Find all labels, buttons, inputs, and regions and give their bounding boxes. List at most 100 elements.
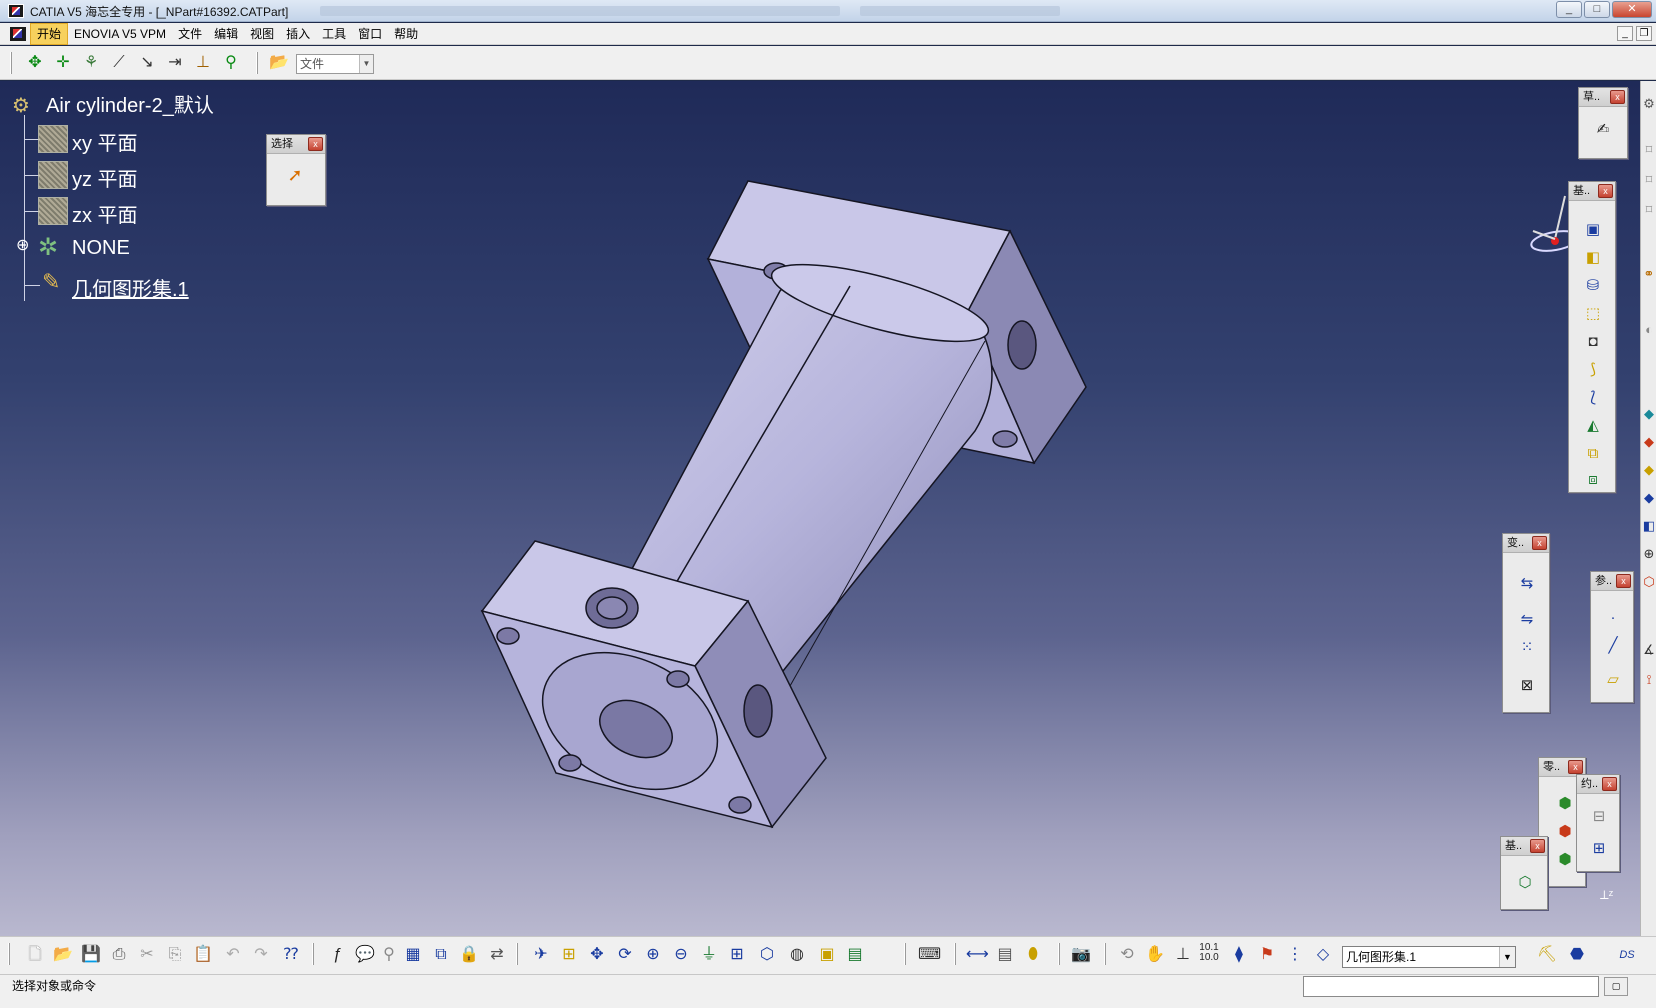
measure-inertia-icon[interactable]: ⬮: [1022, 944, 1044, 966]
constraint-icon[interactable]: ⊟: [1587, 805, 1611, 829]
edge-tool-icon[interactable]: ◧: [1642, 517, 1656, 535]
open-icon[interactable]: 📂: [52, 944, 74, 966]
shaft-icon[interactable]: ⛁: [1581, 274, 1605, 298]
close-icon[interactable]: x: [1602, 777, 1617, 791]
loft-icon[interactable]: ⧉: [1581, 442, 1605, 466]
workbench-icon[interactable]: ⛏: [1536, 944, 1558, 966]
fit-all-icon[interactable]: ⊞: [558, 944, 580, 966]
hide-show-icon[interactable]: ▣: [816, 944, 838, 966]
tree-item-label[interactable]: zx 平面: [72, 199, 138, 228]
menu-insert[interactable]: 插入: [280, 23, 316, 45]
measure-between-icon[interactable]: ⟷: [966, 944, 989, 966]
gear-icon[interactable]: ⚙: [1642, 95, 1656, 113]
stiffener-icon[interactable]: ◭: [1581, 414, 1605, 438]
iso-view-icon[interactable]: ⬡: [756, 944, 778, 966]
edge-tool-icon[interactable]: ◆: [1642, 489, 1656, 507]
whats-this-icon[interactable]: ⁇: [280, 944, 302, 966]
no-snap-icon[interactable]: ⚘: [80, 52, 102, 74]
assemble-icon[interactable]: ⬢: [1553, 792, 1577, 816]
axis-system-icon[interactable]: ⊥: [1172, 944, 1194, 966]
axis-icon[interactable]: ⟋: [108, 52, 130, 74]
line-icon[interactable]: ╱: [1601, 634, 1625, 658]
measure-icon[interactable]: ↘: [136, 52, 158, 74]
translate-icon[interactable]: ⇆: [1515, 572, 1539, 596]
ruler-icon[interactable]: ⊥: [192, 52, 214, 74]
menu-edit[interactable]: 编辑: [208, 23, 244, 45]
filter-icon[interactable]: ⚲: [220, 52, 242, 74]
undo-icon[interactable]: ↶: [222, 944, 244, 966]
close-icon[interactable]: x: [1616, 574, 1631, 588]
command-input[interactable]: [1303, 976, 1599, 997]
current-geometry-set-select[interactable]: 几何图形集.1 ▼: [1342, 946, 1516, 968]
shading-icon[interactable]: ◍: [786, 944, 808, 966]
hole-icon[interactable]: ◘: [1581, 330, 1605, 354]
slot-icon[interactable]: ⟅: [1581, 386, 1605, 410]
new-file-icon[interactable]: 🗋: [24, 944, 46, 966]
toolbar-header[interactable]: 基.. x: [1569, 182, 1615, 201]
toolbar-header[interactable]: 约.. x: [1577, 775, 1619, 794]
remove-body-icon[interactable]: ⬢: [1553, 848, 1577, 872]
edge-tool-icon[interactable]: ⟟: [1642, 671, 1656, 689]
counter-label[interactable]: 10.1 10.0: [1198, 943, 1220, 965]
fly-mode-icon[interactable]: ✈: [530, 944, 552, 966]
close-icon[interactable]: x: [1568, 760, 1583, 774]
pocket-icon[interactable]: ◧: [1581, 246, 1605, 270]
update-icon[interactable]: ⌨: [918, 944, 941, 966]
toolbar-grip[interactable]: [904, 943, 906, 965]
chevron-down-icon[interactable]: ▼: [1499, 947, 1515, 967]
zoom-in-icon[interactable]: ⊕: [642, 944, 664, 966]
tree-item-label[interactable]: 几何图形集.1: [72, 273, 189, 302]
multi-view-icon[interactable]: ⊞: [726, 944, 748, 966]
file-combo[interactable]: 文件 ▼: [296, 54, 374, 74]
properties-icon[interactable]: ⋮: [1284, 944, 1306, 966]
measure-item-icon[interactable]: ▤: [994, 944, 1016, 966]
layer-icon[interactable]: ⧫: [1228, 944, 1250, 966]
filter-icon[interactable]: ⚑: [1256, 944, 1278, 966]
remove-loft-icon[interactable]: ⧈: [1581, 468, 1605, 492]
toolbar-grip[interactable]: [1058, 943, 1060, 965]
toolbar-grip[interactable]: [312, 943, 314, 965]
menu-window[interactable]: 窗口: [352, 23, 388, 45]
swap-icon[interactable]: ⇄: [486, 944, 508, 966]
paste-icon[interactable]: 📋: [192, 944, 214, 966]
edge-tool-icon[interactable]: ⊕: [1642, 545, 1656, 563]
tree-item-label[interactable]: yz 平面: [72, 163, 138, 192]
edge-tool-icon[interactable]: ◐: [1642, 321, 1656, 339]
add-body-icon[interactable]: ⬢: [1553, 820, 1577, 844]
edge-tool-icon[interactable]: ∡: [1642, 641, 1656, 659]
catia-app-icon[interactable]: [8, 4, 24, 18]
pad-icon[interactable]: ▣: [1581, 218, 1605, 242]
toolbar-grip[interactable]: [10, 52, 12, 74]
close-icon[interactable]: x: [1610, 90, 1625, 104]
menu-file[interactable]: 文件: [172, 23, 208, 45]
maximize-button[interactable]: □: [1584, 1, 1610, 18]
tree-item-label[interactable]: xy 平面: [72, 127, 138, 156]
sketcher-icon[interactable]: ✍: [1591, 118, 1615, 142]
expand-plus-icon[interactable]: ⊕: [16, 235, 29, 255]
toolbar-grip[interactable]: [8, 943, 10, 965]
boolean-icon[interactable]: ⬡: [1513, 871, 1537, 895]
toolbar-grip[interactable]: [954, 943, 956, 965]
toolbar-header[interactable]: 草.. x: [1579, 88, 1627, 107]
cut-icon[interactable]: ✂: [136, 944, 158, 966]
menu-tools[interactable]: 工具: [316, 23, 352, 45]
comment-icon[interactable]: 💬: [354, 944, 376, 966]
alignment-icon[interactable]: ⇥: [164, 52, 186, 74]
toolbar-grip[interactable]: [516, 943, 518, 965]
mirror-icon[interactable]: ⇋: [1515, 608, 1539, 632]
redo-icon[interactable]: ↷: [250, 944, 272, 966]
minimize-button[interactable]: _: [1556, 1, 1582, 18]
edge-tool-icon[interactable]: ⬡: [1642, 573, 1656, 591]
work-object-icon[interactable]: ◇: [1312, 944, 1334, 966]
zoom-out-icon[interactable]: ⊖: [670, 944, 692, 966]
tree-root-label[interactable]: Air cylinder-2_默认: [46, 89, 214, 118]
toolbar-header[interactable]: 选择 x: [267, 135, 325, 154]
edge-tool-icon[interactable]: ⌑: [1642, 141, 1656, 159]
formula-icon[interactable]: ƒ: [326, 944, 348, 966]
menu-view[interactable]: 视图: [244, 23, 280, 45]
plane-icon[interactable]: ▱: [1601, 668, 1625, 692]
swap-visible-icon[interactable]: ▤: [844, 944, 866, 966]
edge-tool-icon[interactable]: ◆: [1642, 405, 1656, 423]
edge-tool-icon[interactable]: ⌑: [1642, 201, 1656, 219]
edge-tool-icon[interactable]: ⚭: [1642, 265, 1656, 283]
